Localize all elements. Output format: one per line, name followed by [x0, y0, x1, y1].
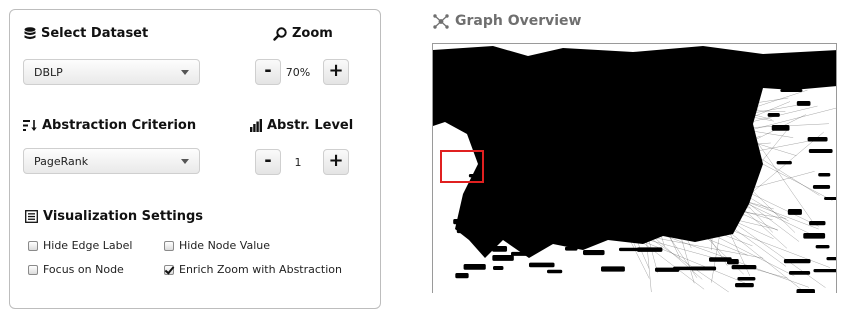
- graph-node-label: [529, 262, 555, 268]
- graph-node-label: [511, 251, 532, 256]
- graph-node-label: [455, 273, 469, 279]
- graph-node-label: [478, 237, 491, 243]
- graph-node-label: [691, 266, 717, 271]
- graph-node-label: [809, 221, 826, 226]
- abstraction-criterion-heading: Abstraction Criterion: [23, 118, 196, 133]
- graph-node-label: [813, 269, 836, 273]
- graph-node-label: [492, 210, 512, 215]
- graph-svg[interactable]: [433, 44, 837, 293]
- hide-edge-label-checkbox[interactable]: [28, 240, 38, 251]
- graph-node-label: [812, 185, 831, 189]
- dataset-select-value: DBLP: [34, 65, 63, 79]
- visualization-settings-heading: Visualization Settings: [25, 209, 203, 224]
- chevron-down-icon: [181, 159, 189, 164]
- graph-node-label: [735, 283, 754, 288]
- hide-node-value-option[interactable]: Hide Node Value: [164, 239, 270, 252]
- abstraction-select-value: PageRank: [34, 154, 89, 168]
- magnifier-icon: [273, 26, 287, 41]
- graph-mass: [433, 46, 836, 258]
- bar-chart-icon: [250, 119, 262, 132]
- graph-node-label: [780, 89, 803, 93]
- focus-on-node-option[interactable]: Focus on Node: [28, 263, 124, 276]
- select-dataset-heading: Select Dataset: [24, 26, 148, 41]
- graph-node-label: [796, 289, 815, 293]
- enrich-zoom-checkbox[interactable]: [164, 264, 174, 275]
- graph-node-label: [803, 233, 826, 239]
- abstraction-select[interactable]: PageRank: [23, 148, 200, 174]
- graph-node-label: [482, 192, 500, 198]
- level-increase-button[interactable]: +: [323, 149, 349, 175]
- graph-node-label: [547, 269, 563, 274]
- hide-node-value-checkbox[interactable]: [164, 240, 174, 251]
- graph-node-label: [796, 101, 811, 106]
- graph-node-label: [776, 161, 792, 165]
- graph-node-label: [771, 125, 790, 131]
- control-panel: Select Dataset Zoom DBLP - 70% + Abstrac…: [9, 9, 381, 309]
- graph-node-label: [463, 264, 486, 270]
- graph-node-label: [492, 255, 514, 261]
- graph-dense-cluster: [433, 46, 836, 258]
- sort-icon: [23, 120, 37, 131]
- graph-node-label: [727, 258, 739, 265]
- enrich-zoom-option[interactable]: Enrich Zoom with Abstraction: [164, 263, 342, 276]
- level-value: 1: [294, 156, 302, 169]
- graph-node-label: [601, 266, 625, 272]
- graph-node-label: [673, 266, 694, 271]
- graph-node-label: [783, 259, 811, 264]
- graph-node-label: [453, 219, 478, 225]
- graph-node-label: [788, 271, 811, 275]
- database-icon: [24, 27, 36, 40]
- level-decrease-button[interactable]: -: [255, 149, 281, 175]
- graph-node-label: [487, 183, 509, 188]
- graph-node-label: [492, 246, 508, 252]
- graph-node-label: [818, 173, 831, 177]
- zoom-value: 70%: [285, 66, 311, 79]
- graph-node-label: [807, 137, 828, 142]
- graph-node-label: [583, 249, 605, 256]
- graph-node-label: [493, 266, 504, 271]
- abstraction-level-heading: Abstr. Level: [250, 118, 353, 133]
- graph-node-label: [481, 201, 495, 205]
- graph-node-label: [787, 209, 802, 215]
- graph-node-label: [826, 257, 836, 261]
- zoom-in-button[interactable]: +: [323, 59, 349, 85]
- chevron-down-icon: [181, 70, 189, 75]
- network-icon: [433, 13, 449, 29]
- dataset-select[interactable]: DBLP: [23, 59, 200, 85]
- graph-node-label: [637, 247, 663, 252]
- graph-node-label: [565, 246, 578, 251]
- graph-node-label: [824, 197, 836, 201]
- graph-node-label: [815, 245, 830, 249]
- graph-node-label: [767, 113, 780, 117]
- graph-overview-heading: Graph Overview: [433, 13, 582, 29]
- graph-canvas[interactable]: [432, 43, 837, 293]
- graph-node-label: [456, 228, 482, 234]
- zoom-out-button[interactable]: -: [255, 59, 281, 85]
- graph-node-label: [731, 265, 757, 270]
- focus-on-node-checkbox[interactable]: [28, 264, 38, 275]
- hide-edge-label-option[interactable]: Hide Edge Label: [28, 239, 132, 252]
- graph-node-label: [808, 149, 833, 154]
- zoom-heading: Zoom: [273, 26, 333, 41]
- settings-list-icon: [25, 210, 38, 223]
- graph-node-label: [737, 277, 756, 281]
